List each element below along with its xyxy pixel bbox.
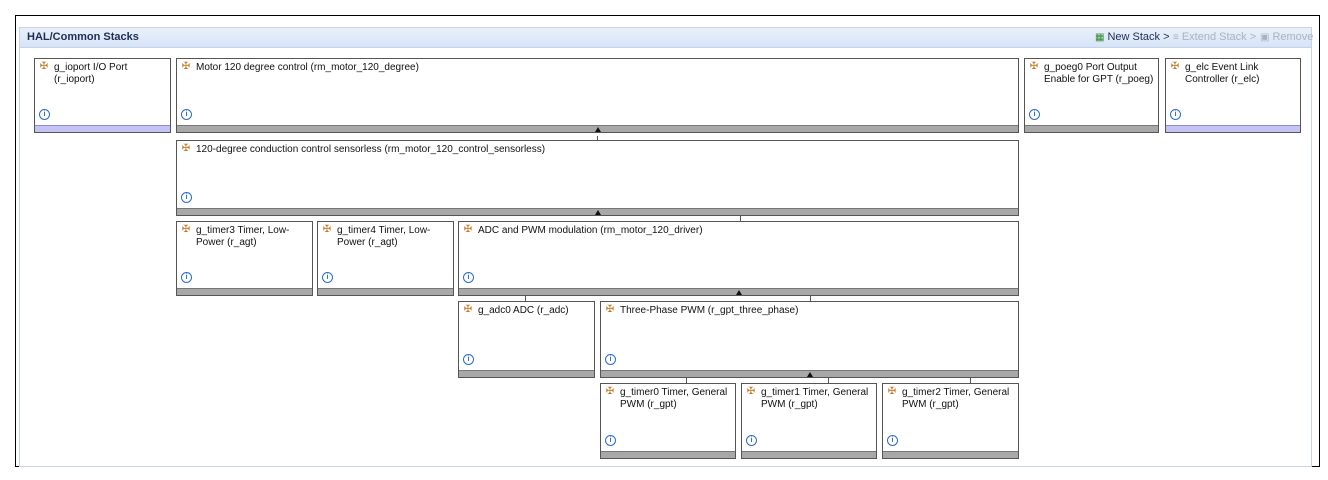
panel-title: HAL/Common Stacks bbox=[27, 31, 139, 43]
extend-stack-icon: ≡ bbox=[1173, 32, 1179, 43]
hal-common-stacks-panel: HAL/Common Stacks ▦ New Stack > ≡ Extend S… bbox=[19, 27, 1313, 468]
module-title: g_timer0 Timer, General PWM (r_gpt) bbox=[620, 387, 728, 410]
new-stack-icon: ▦ bbox=[1095, 32, 1105, 43]
module-title: ADC and PWM modulation (rm_motor_120_dri… bbox=[478, 225, 703, 236]
module-g-elc[interactable]: ✠ g_elc Event Link Controller (r_elc) i bbox=[1165, 58, 1301, 133]
module-g-adc0[interactable]: ✠ g_adc0 ADC (r_adc) i bbox=[458, 301, 595, 378]
module-icon: ✠ bbox=[1029, 61, 1039, 72]
info-icon[interactable]: i bbox=[463, 272, 474, 283]
info-icon[interactable]: i bbox=[322, 272, 333, 283]
info-icon[interactable]: i bbox=[605, 435, 616, 446]
module-g-timer0[interactable]: ✠ g_timer0 Timer, General PWM (r_gpt) i bbox=[600, 383, 736, 459]
info-icon[interactable]: i bbox=[1029, 109, 1040, 120]
module-g-timer3[interactable]: ✠ g_timer3 Timer, Low-Power (r_agt) i bbox=[176, 221, 313, 296]
extend-stack-button[interactable]: ≡ Extend Stack > bbox=[1173, 31, 1256, 43]
remove-icon: ▣ bbox=[1260, 32, 1270, 43]
module-title: g_elc Event Link Controller (r_elc) bbox=[1185, 62, 1260, 85]
module-icon: ✠ bbox=[746, 386, 756, 397]
expand-arrow-icon[interactable] bbox=[806, 372, 813, 377]
expand-arrow-icon[interactable] bbox=[735, 290, 742, 295]
module-status-bar bbox=[742, 451, 876, 458]
module-title: Motor 120 degree control (rm_motor_120_d… bbox=[196, 62, 419, 73]
module-icon: ✠ bbox=[322, 224, 332, 235]
module-icon: ✠ bbox=[887, 386, 897, 397]
module-three-phase-pwm[interactable]: ✠ Three-Phase PWM (r_gpt_three_phase) i bbox=[600, 301, 1019, 378]
info-icon[interactable]: i bbox=[181, 272, 192, 283]
module-icon: ✠ bbox=[605, 386, 615, 397]
module-icon: ✠ bbox=[463, 304, 473, 315]
module-status-bar bbox=[1025, 125, 1158, 132]
info-icon[interactable]: i bbox=[746, 435, 757, 446]
info-icon[interactable]: i bbox=[887, 435, 898, 446]
expand-arrow-icon[interactable] bbox=[594, 127, 601, 132]
info-icon[interactable]: i bbox=[1170, 109, 1181, 120]
info-icon[interactable]: i bbox=[605, 354, 616, 365]
info-icon[interactable]: i bbox=[39, 109, 50, 120]
module-title: g_timer1 Timer, General PWM (r_gpt) bbox=[761, 387, 869, 410]
module-120-sensorless[interactable]: ✠ 120-degree conduction control sensorle… bbox=[176, 140, 1019, 216]
module-status-bar bbox=[318, 288, 453, 295]
module-icon: ✠ bbox=[39, 61, 49, 72]
module-title: g_timer3 Timer, Low-Power (r_agt) bbox=[196, 225, 290, 248]
module-icon: ✠ bbox=[181, 224, 191, 235]
module-status-bar bbox=[459, 370, 594, 377]
module-status-bar bbox=[177, 288, 312, 295]
info-icon[interactable]: i bbox=[181, 192, 192, 203]
module-title: g_adc0 ADC (r_adc) bbox=[478, 305, 569, 316]
module-status-bar bbox=[601, 451, 735, 458]
module-adc-pwm-modulation[interactable]: ✠ ADC and PWM modulation (rm_motor_120_d… bbox=[458, 221, 1019, 296]
new-stack-button[interactable]: ▦ New Stack > bbox=[1095, 31, 1170, 43]
module-g-poeg0[interactable]: ✠ g_poeg0 Port Output Enable for GPT (r_… bbox=[1024, 58, 1159, 133]
module-icon: ✠ bbox=[181, 143, 191, 154]
module-title: g_poeg0 Port Output Enable for GPT (r_po… bbox=[1044, 62, 1154, 85]
module-title: Three-Phase PWM (r_gpt_three_phase) bbox=[620, 305, 799, 316]
module-icon: ✠ bbox=[1170, 61, 1180, 72]
module-icon: ✠ bbox=[463, 224, 473, 235]
module-status-bar bbox=[1166, 125, 1300, 132]
module-title: g_timer4 Timer, Low-Power (r_agt) bbox=[337, 225, 431, 248]
info-icon[interactable]: i bbox=[181, 109, 192, 120]
module-title: 120-degree conduction control sensorless… bbox=[196, 144, 546, 155]
module-g-timer4[interactable]: ✠ g_timer4 Timer, Low-Power (r_agt) i bbox=[317, 221, 454, 296]
stacks-canvas: ✠ g_ioport I/O Port (r_ioport) i ✠ Motor… bbox=[20, 48, 1311, 468]
module-title: g_ioport I/O Port (r_ioport) bbox=[54, 62, 128, 85]
module-g-ioport[interactable]: ✠ g_ioport I/O Port (r_ioport) i bbox=[34, 58, 171, 133]
module-g-timer1[interactable]: ✠ g_timer1 Timer, General PWM (r_gpt) i bbox=[741, 383, 877, 459]
module-title: g_timer2 Timer, General PWM (r_gpt) bbox=[902, 387, 1010, 410]
expand-arrow-icon[interactable] bbox=[594, 210, 601, 215]
module-icon: ✠ bbox=[605, 304, 615, 315]
module-status-bar bbox=[883, 451, 1018, 458]
remove-button[interactable]: ▣ Remove bbox=[1260, 31, 1313, 43]
module-g-timer2[interactable]: ✠ g_timer2 Timer, General PWM (r_gpt) i bbox=[882, 383, 1019, 459]
module-icon: ✠ bbox=[181, 61, 191, 72]
panel-header: HAL/Common Stacks ▦ New Stack > ≡ Extend S… bbox=[20, 28, 1313, 48]
module-status-bar bbox=[35, 125, 170, 132]
module-motor-120-degree[interactable]: ✠ Motor 120 degree control (rm_motor_120… bbox=[176, 58, 1019, 133]
info-icon[interactable]: i bbox=[463, 354, 474, 365]
